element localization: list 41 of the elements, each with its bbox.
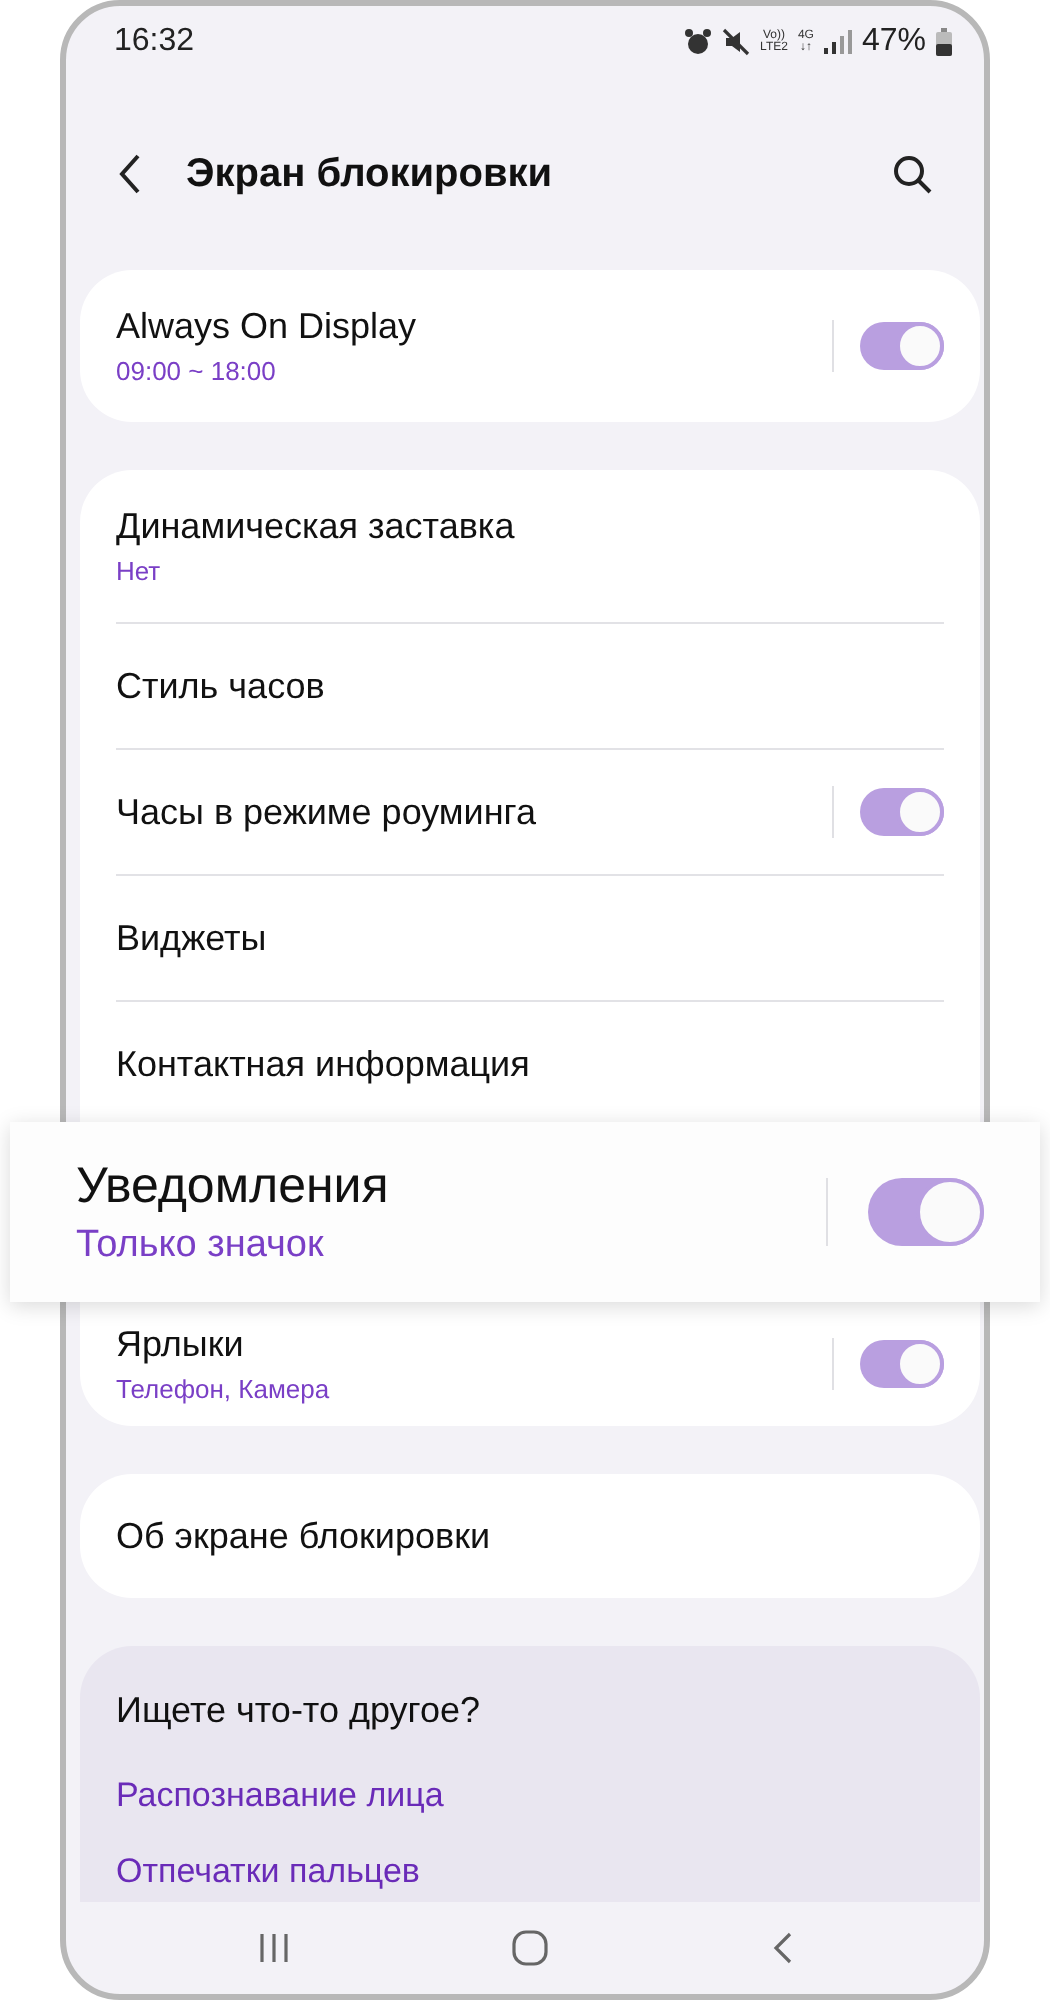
setting-title: Ярлыки	[116, 1324, 246, 1366]
toggle-switch[interactable]	[868, 1178, 984, 1246]
toggle-switch[interactable]	[860, 788, 944, 836]
setting-title: Уведомления	[76, 1157, 391, 1215]
suggestion-link[interactable]: Отпечатки пальцев	[116, 1852, 944, 1892]
toggle-switch[interactable]	[860, 1340, 944, 1388]
page-title: Экран блокировки	[186, 151, 553, 197]
setting-title: Контактная информация	[116, 1043, 532, 1085]
suggestions-title: Ищете что-то другое?	[116, 1690, 483, 1732]
setting-value: 09:00 ~ 18:00	[116, 356, 278, 386]
setting-row[interactable]: Ярлыки Телефон, Камера	[116, 1302, 944, 1426]
alarm-icon	[684, 28, 713, 56]
setting-row[interactable]: Always On Display 09:00 ~ 18:00	[116, 270, 944, 422]
setting-value: Нет	[116, 556, 163, 586]
highlighted-setting-row[interactable]: Уведомления Только значок	[10, 1122, 1040, 1302]
suggestion-link[interactable]: Распознавание лица	[116, 1776, 944, 1816]
setting-title: Динамическая заставка	[116, 506, 517, 548]
mute-icon	[722, 28, 751, 56]
status-time: 16:32	[114, 24, 195, 60]
chevron-left-icon	[772, 1932, 793, 1964]
signal-icon	[823, 30, 852, 54]
setting-title: Always On Display	[116, 306, 419, 348]
setting-row[interactable]: Динамическая заставка Нет	[116, 470, 944, 624]
setting-row[interactable]: Стиль часов	[116, 624, 944, 750]
battery-percent: 47%	[861, 24, 926, 60]
setting-title: Виджеты	[116, 917, 269, 959]
setting-row[interactable]: Об экране блокировки	[116, 1474, 944, 1598]
square-icon	[512, 1930, 549, 1966]
setting-title: Часы в режиме роуминга	[116, 791, 538, 833]
back-icon	[118, 154, 142, 194]
toggle-switch[interactable]	[860, 322, 944, 370]
three-lines-icon	[257, 1932, 290, 1964]
search-icon	[892, 154, 932, 194]
setting-title: Стиль часов	[116, 665, 327, 707]
setting-row[interactable]: Виджеты	[116, 876, 944, 1002]
setting-value: Телефон, Камера	[116, 1374, 332, 1404]
setting-row[interactable]: Контактная информация	[116, 1002, 944, 1126]
battery-icon	[936, 28, 952, 56]
setting-title: Об экране блокировки	[116, 1515, 493, 1557]
setting-row[interactable]: Часы в режиме роуминга	[116, 750, 944, 876]
setting-value: Только значок	[76, 1223, 326, 1267]
